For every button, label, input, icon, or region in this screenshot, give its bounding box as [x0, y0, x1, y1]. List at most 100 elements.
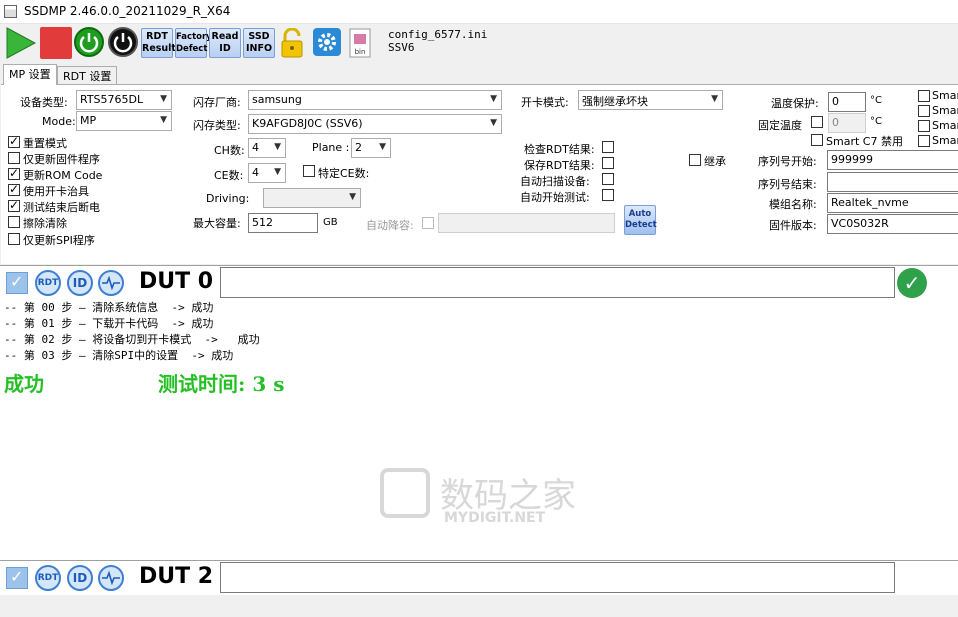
erase-clear-checkbox[interactable]	[8, 216, 20, 228]
bin-file-icon: bin	[349, 28, 371, 58]
mode-select[interactable]: MP ▼	[76, 111, 172, 131]
power-off-after-test-label: 测试结束后断电	[23, 201, 100, 214]
driving-select[interactable]: ▼	[263, 188, 361, 208]
card-mode-label: 开卡模式:	[521, 96, 569, 109]
app-icon	[4, 5, 17, 18]
bin-file-button[interactable]: bin	[346, 28, 374, 58]
check-rdt-checkbox[interactable]	[602, 141, 614, 153]
power-off-icon	[113, 33, 133, 53]
serial-end-input[interactable]	[827, 172, 958, 192]
power-icon	[79, 33, 99, 53]
log-line: -- 第 00 步 — 清除系统信息 -> 成功	[4, 301, 214, 314]
serial-start-input[interactable]: 999999	[827, 150, 958, 170]
dut0-waveform-icon[interactable]	[98, 270, 124, 296]
check-rdt-label: 检查RDT结果:	[524, 143, 595, 156]
fixed-temp-label: 固定温度	[758, 119, 802, 132]
smart-c7-disable-label: Smart C7 禁用	[826, 135, 903, 148]
factory-defect-button[interactable]: Factory Defect	[175, 28, 212, 58]
smart-checkbox-1[interactable]	[918, 90, 930, 102]
specific-ce-checkbox[interactable]	[303, 165, 315, 177]
dut0-log-area: -- 第 00 步 — 清除系统信息 -> 成功 -- 第 01 步 — 下载开…	[0, 298, 958, 560]
card-mode-select[interactable]: 强制继承坏块 ▼	[578, 90, 723, 110]
ssd-info-button[interactable]: SSD INFO	[243, 28, 275, 58]
stop-button[interactable]	[40, 27, 72, 59]
chevron-down-icon: ▼	[160, 115, 167, 125]
max-capacity-input[interactable]: 512	[248, 213, 318, 233]
dut2-rdt-icon[interactable]: RDT	[35, 565, 61, 591]
log-line: -- 第 01 步 — 下载开卡代码 -> 成功	[4, 317, 214, 330]
auto-start-checkbox[interactable]	[602, 189, 614, 201]
settings-button[interactable]	[313, 28, 341, 56]
read-id-button[interactable]: Read ID	[209, 28, 241, 58]
update-firmware-only-checkbox[interactable]	[8, 152, 20, 164]
watermark-logo-icon	[380, 468, 430, 518]
device-type-select[interactable]: RTS5765DL ▼	[76, 90, 172, 110]
flash-vendor-select[interactable]: samsung ▼	[248, 90, 502, 110]
rdt-result-button[interactable]: RDT Result	[141, 28, 176, 58]
serial-start-label: 序列号开始:	[758, 155, 817, 168]
auto-downgrade-label: 自动降容:	[366, 219, 414, 232]
temp-protect-label: 温度保护:	[771, 97, 819, 110]
smart-checkbox-3[interactable]	[918, 120, 930, 132]
dut0-result-text: 成功	[4, 372, 44, 396]
power-on-button[interactable]	[74, 27, 104, 57]
auto-detect-button[interactable]: Auto Detect	[624, 205, 657, 235]
ce-select[interactable]: 4 ▼	[248, 163, 286, 183]
tab-strip: MP 设置 RDT 设置	[0, 64, 958, 85]
plane-select[interactable]: 2 ▼	[351, 138, 391, 158]
smart-checkbox-4[interactable]	[918, 135, 930, 147]
update-spi-only-label: 仅更新SPI程序	[23, 234, 95, 247]
update-rom-code-checkbox[interactable]	[8, 166, 20, 180]
dut2-id-icon[interactable]: ID	[67, 565, 93, 591]
dut0-rdt-icon[interactable]: RDT	[35, 270, 61, 296]
ch-select[interactable]: 4 ▼	[248, 138, 286, 158]
update-firmware-only-label: 仅更新固件程序	[23, 153, 100, 166]
dut0-title: DUT 0	[139, 269, 214, 294]
config-file-label: config_6577.ini	[388, 28, 488, 41]
auto-downgrade-input[interactable]	[438, 213, 615, 233]
log-line: -- 第 02 步 — 将设备切到开卡模式 -> 成功	[4, 333, 260, 346]
power-off-button[interactable]	[108, 27, 138, 57]
inherit-checkbox[interactable]	[689, 154, 701, 166]
fixed-temp-input[interactable]: 0	[828, 113, 866, 133]
tab-rdt-settings[interactable]: RDT 设置	[57, 66, 118, 84]
smart-checkbox-2[interactable]	[918, 105, 930, 117]
unlock-button[interactable]	[279, 27, 305, 58]
start-button[interactable]	[5, 27, 37, 59]
smart-c7-disable-checkbox[interactable]	[811, 134, 823, 146]
smart-label-1: Smar	[932, 89, 958, 102]
firmware-version-label: 固件版本:	[769, 219, 817, 232]
update-spi-only-checkbox[interactable]	[8, 233, 20, 245]
module-name-label: 模组名称:	[769, 198, 817, 211]
auto-scan-checkbox[interactable]	[602, 173, 614, 185]
dut2-waveform-icon[interactable]	[98, 565, 124, 591]
reset-mode-checkbox[interactable]	[8, 134, 20, 148]
plane-label: Plane :	[312, 141, 350, 154]
window-title: SSDMP 2.46.0.0_20211029_R_X64	[24, 4, 231, 18]
save-rdt-checkbox[interactable]	[602, 157, 614, 169]
reset-mode-label: 重置模式	[23, 137, 67, 150]
fixed-temp-checkbox[interactable]	[811, 116, 823, 128]
specific-ce-label: 特定CE数:	[318, 167, 370, 180]
dut0-id-icon[interactable]: ID	[67, 270, 93, 296]
dut0-select-checkbox[interactable]	[6, 272, 28, 294]
chevron-down-icon: ▼	[490, 118, 497, 128]
update-rom-code-label: 更新ROM Code	[23, 169, 103, 182]
auto-downgrade-checkbox[interactable]	[422, 217, 434, 229]
module-name-input[interactable]: Realtek_nvme	[827, 193, 958, 213]
power-off-after-test-checkbox[interactable]	[8, 198, 20, 212]
dut0-test-time: 测试时间: 3 s	[158, 372, 285, 396]
serial-end-label: 序列号结束:	[758, 178, 817, 191]
tab-mp-settings[interactable]: MP 设置	[3, 64, 57, 85]
dut2-status-field	[220, 562, 895, 593]
flash-type-select[interactable]: K9AFGD8J0C (SSV6) ▼	[248, 114, 502, 134]
firmware-version-input[interactable]: VC0S032R	[827, 214, 958, 234]
dut2-select-checkbox[interactable]	[6, 567, 28, 589]
log-line: -- 第 03 步 — 清除SPI中的设置 -> 成功	[4, 349, 234, 362]
use-fixture-checkbox[interactable]	[8, 182, 20, 196]
chevron-down-icon: ▼	[274, 167, 281, 177]
ce-label: CE数:	[214, 169, 244, 182]
temp-protect-input[interactable]: 0	[828, 92, 866, 112]
footer-area	[0, 595, 958, 617]
chevron-down-icon: ▼	[349, 192, 356, 202]
